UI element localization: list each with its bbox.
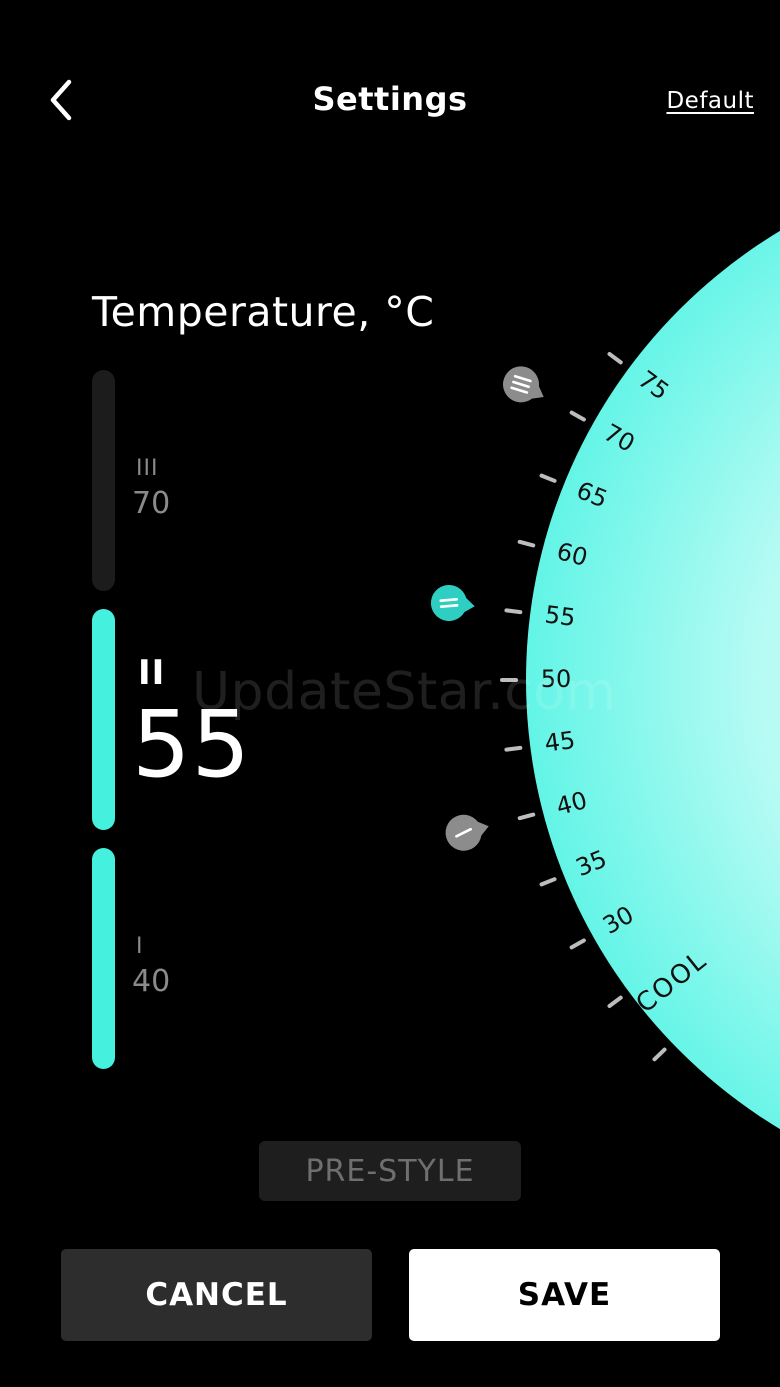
cancel-button[interactable]: CANCEL — [61, 1249, 372, 1341]
dial-tick — [517, 812, 536, 821]
level-iii-bar — [92, 370, 115, 591]
dial-marker-iii[interactable] — [497, 360, 553, 413]
watermark: UpdateStar.com — [192, 662, 617, 722]
dial-tick — [607, 995, 623, 1008]
dial-tick — [539, 473, 557, 483]
level-i-bar — [92, 848, 115, 1069]
level-ii-roman: II — [138, 653, 166, 693]
level-i-roman: I — [136, 934, 144, 959]
level-iii-roman: III — [136, 456, 159, 481]
dial-tick — [652, 1047, 667, 1062]
level-iii-value: 70 — [132, 486, 171, 521]
dial-tick — [539, 877, 557, 887]
level-i-value: 40 — [132, 964, 171, 999]
level-ii-bar — [92, 609, 115, 830]
dial-tick-label: 45 — [543, 726, 577, 758]
save-button[interactable]: SAVE — [409, 1249, 720, 1341]
dial-tick — [569, 410, 586, 422]
temperature-label: Temperature, °C — [92, 288, 435, 336]
dial-marker-i[interactable] — [442, 809, 494, 855]
dial-tick — [504, 608, 523, 615]
level-iii[interactable]: III 70 — [92, 370, 392, 591]
dial-tick — [517, 539, 536, 548]
prestyle-button[interactable]: PRE-STYLE — [259, 1141, 521, 1201]
level-i[interactable]: I 40 — [92, 848, 392, 1069]
dial-marker-ii[interactable] — [429, 583, 477, 624]
dial-tick-label: 55 — [543, 600, 577, 632]
dial-tick — [569, 938, 586, 950]
dial-tick — [504, 745, 523, 752]
dial-tick — [607, 352, 623, 365]
